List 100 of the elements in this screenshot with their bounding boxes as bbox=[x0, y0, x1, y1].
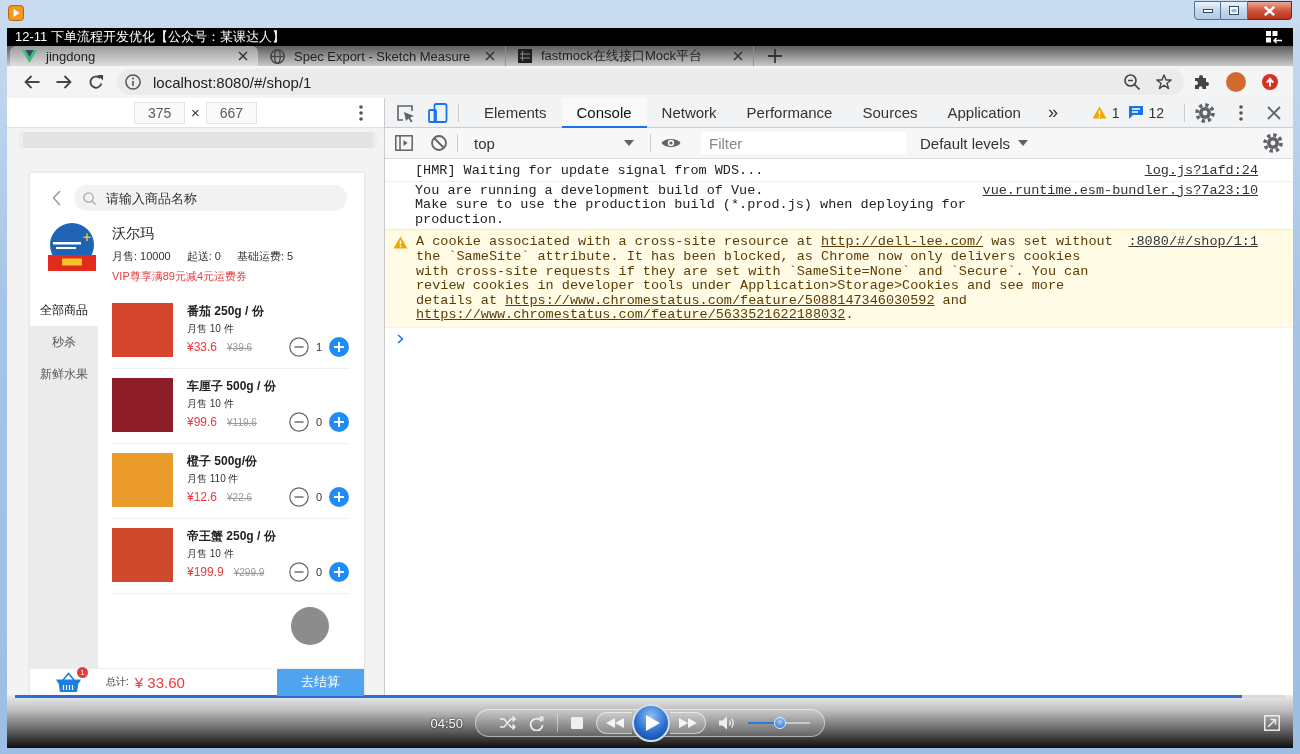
product-price: ¥12.6 bbox=[187, 490, 218, 504]
maximize-button[interactable] bbox=[1221, 1, 1248, 20]
source-link[interactable]: log.js?1afd:24 bbox=[1144, 164, 1258, 179]
category-item[interactable]: 全部商品 bbox=[30, 294, 98, 326]
minimize-button[interactable] bbox=[1194, 1, 1221, 20]
search-field[interactable]: 请输入商品名称 bbox=[74, 185, 347, 211]
devtools-tab[interactable]: Sources bbox=[847, 98, 933, 128]
category-item[interactable]: 新鲜水果 bbox=[30, 358, 98, 390]
console-message: A cookie associated with a cross-site resource at http://dell-lee.com/ was set without the `SameSite` attribute. It has been blocked, as Chrome now only delivers cookies with cross-site requests if they are set with `SameSite=None` and `Secure`. You can review cookies in developer tools under Application>Storage>Cookies and see more details at https://www.chromestatus.com/feature/5088147346030592 and https://www.chromestatus.com/feature/5633521622188032. bbox=[416, 235, 1114, 323]
original-price: ¥119.6 bbox=[227, 416, 257, 428]
plus-icon[interactable] bbox=[329, 487, 349, 507]
inspect-icon[interactable] bbox=[395, 102, 415, 123]
chevron-left-icon[interactable] bbox=[52, 190, 61, 206]
puzzle-icon[interactable] bbox=[1194, 74, 1210, 90]
minus-icon[interactable] bbox=[289, 562, 309, 582]
devtools-tab[interactable]: Console bbox=[561, 98, 647, 128]
rewind-button[interactable] bbox=[596, 712, 632, 734]
app-icon bbox=[8, 5, 24, 21]
info-icon[interactable] bbox=[125, 74, 141, 90]
minus-icon[interactable] bbox=[289, 412, 309, 432]
star-icon[interactable] bbox=[1156, 74, 1172, 90]
back-icon[interactable] bbox=[24, 75, 40, 89]
more-icon[interactable] bbox=[359, 104, 363, 121]
close-icon bbox=[1264, 5, 1275, 16]
product-sales: 月售 10 件 bbox=[187, 397, 235, 411]
volume-icon[interactable] bbox=[719, 716, 735, 730]
fast-forward-button[interactable] bbox=[670, 712, 706, 734]
update-icon[interactable] bbox=[1262, 74, 1278, 90]
clear-console-icon[interactable] bbox=[431, 135, 447, 151]
devtools-tab[interactable]: Performance bbox=[731, 98, 848, 128]
product-price: ¥33.6 bbox=[187, 340, 218, 354]
console-message: You are running a development build of Vue. Make sure to use the production build (*.prod.js) when deploying for production. bbox=[415, 183, 967, 228]
avatar-icon[interactable] bbox=[1226, 72, 1246, 92]
play-button[interactable] bbox=[632, 704, 670, 742]
eye-icon[interactable] bbox=[661, 137, 681, 149]
close-icon[interactable] bbox=[733, 51, 743, 61]
basket-icon[interactable] bbox=[56, 672, 81, 692]
product-sales: 月售 10 件 bbox=[187, 547, 235, 561]
prompt-icon[interactable] bbox=[397, 333, 404, 344]
plus-icon[interactable] bbox=[329, 337, 349, 357]
filter-field[interactable]: Filter bbox=[701, 132, 906, 154]
fast-forward-icon bbox=[678, 718, 697, 728]
settings-icon[interactable] bbox=[1195, 102, 1215, 123]
source-link[interactable]: :8080/#/shop/1:1 bbox=[1128, 235, 1258, 250]
minus-icon[interactable] bbox=[289, 487, 309, 507]
height-field[interactable]: 667 bbox=[205, 101, 257, 124]
zoom-out-icon[interactable] bbox=[1124, 74, 1140, 90]
switch-view-icon[interactable] bbox=[1264, 715, 1280, 731]
more-icon[interactable] bbox=[1239, 104, 1243, 121]
message-link[interactable]: https://www.chromestatus.com/feature/5088147346030592 bbox=[505, 292, 935, 308]
warning-count: 1 bbox=[1111, 104, 1120, 121]
message-link[interactable]: https://www.chromestatus.com/feature/5633521622188032 bbox=[416, 307, 846, 323]
minus-icon[interactable] bbox=[289, 337, 309, 357]
browser-tab[interactable]: jingdong bbox=[10, 46, 258, 66]
product-name: 番茄 250g / 份 bbox=[187, 303, 265, 319]
sidebar-toggle-icon[interactable] bbox=[395, 135, 413, 151]
width-field[interactable]: 375 bbox=[134, 101, 186, 124]
triangle-icon bbox=[22, 49, 37, 63]
shop-name: 沃尔玛 bbox=[112, 224, 155, 243]
warning-icon bbox=[1091, 106, 1107, 119]
address-bar[interactable]: localhost:8080/#/shop/1 bbox=[117, 69, 1184, 95]
device-toolbar-icon[interactable] bbox=[428, 102, 448, 123]
close-button[interactable] bbox=[1248, 1, 1292, 20]
category-item[interactable]: 秒杀 bbox=[30, 326, 98, 358]
volume-thumb[interactable] bbox=[774, 717, 786, 729]
console-message: [HMR] Waiting for update signal from WDS... bbox=[415, 164, 765, 179]
layout-toggle-icon[interactable] bbox=[1266, 30, 1282, 44]
close-icon[interactable] bbox=[1267, 105, 1281, 120]
caret-icon bbox=[1018, 140, 1029, 146]
more-tabs-button[interactable]: » bbox=[1035, 98, 1070, 128]
forward-icon[interactable] bbox=[56, 75, 72, 89]
shop-stat: 起送: 0 bbox=[186, 249, 221, 264]
devtools-tab[interactable]: Application bbox=[932, 98, 1036, 128]
devtools-tab[interactable]: Network bbox=[646, 98, 732, 128]
levels-select[interactable]: Default levels bbox=[916, 134, 1033, 152]
globe-icon bbox=[270, 48, 285, 64]
plus-icon[interactable] bbox=[329, 412, 349, 432]
plus-icon[interactable] bbox=[768, 49, 782, 63]
times-sign: × bbox=[191, 104, 200, 121]
repeat-icon[interactable] bbox=[529, 715, 544, 731]
product-sales: 月售 110 件 bbox=[187, 472, 240, 486]
maximize-icon bbox=[1229, 6, 1239, 15]
devtools-tab[interactable]: Elements bbox=[469, 98, 562, 128]
rewind-icon bbox=[605, 718, 624, 728]
close-icon[interactable] bbox=[485, 51, 495, 61]
close-icon[interactable] bbox=[238, 51, 248, 61]
context-select[interactable]: top bbox=[468, 131, 640, 155]
cart-badge: 1 bbox=[77, 667, 88, 678]
shuffle-icon[interactable] bbox=[500, 716, 516, 730]
message-link[interactable]: http://dell-lee.com/ bbox=[821, 234, 984, 250]
settings-icon[interactable] bbox=[1263, 133, 1283, 153]
item-count: 1 bbox=[315, 341, 323, 353]
product-name: 帝王蟹 250g / 份 bbox=[187, 528, 277, 544]
message-icon bbox=[1129, 106, 1144, 119]
original-price: ¥39.6 bbox=[227, 341, 253, 353]
reload-icon[interactable] bbox=[88, 74, 104, 90]
product-price: ¥199.9 bbox=[187, 565, 224, 579]
source-link[interactable]: vue.runtime.esm-bundler.js?7a23:10 bbox=[982, 183, 1258, 199]
plus-icon[interactable] bbox=[329, 562, 349, 582]
product-price: ¥99.6 bbox=[187, 415, 218, 429]
